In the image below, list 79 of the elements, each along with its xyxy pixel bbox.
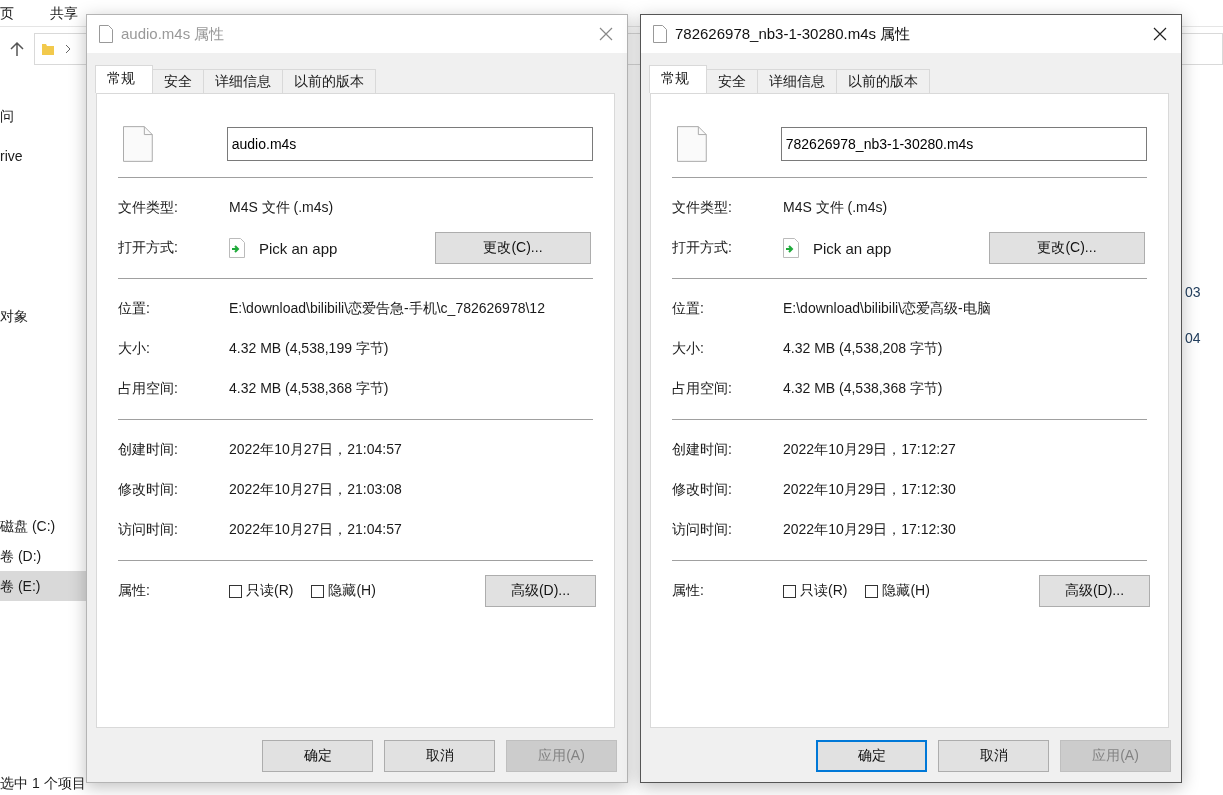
tab[interactable]: 以前的版本 <box>836 69 930 93</box>
field-label: 打开方式: <box>672 239 733 257</box>
sidebar-item[interactable]: 对象 <box>0 301 86 331</box>
field-label: 属性: <box>672 582 705 600</box>
field-value: 2022年10月29日，17:12:30 <box>783 481 956 499</box>
field-value: 4.32 MB (4,538,368 字节) <box>229 380 389 398</box>
checkbox[interactable]: 只读(R) <box>783 582 848 600</box>
file-icon <box>677 126 707 162</box>
dialog-button[interactable]: 取消 <box>384 740 495 772</box>
dialog-button[interactable]: 取消 <box>938 740 1049 772</box>
field-value: 2022年10月27日，21:03:08 <box>229 481 402 499</box>
checkbox[interactable]: 只读(R) <box>229 582 294 600</box>
field-value: 2022年10月27日，21:04:57 <box>229 441 402 459</box>
advanced-button[interactable]: 高级(D)... <box>1039 575 1150 607</box>
field-label: 访问时间: <box>118 521 179 539</box>
field-label: 大小: <box>672 340 705 358</box>
field-label: 创建时间: <box>118 441 179 459</box>
up-arrow-icon[interactable] <box>10 41 24 57</box>
file-icon <box>99 25 113 43</box>
field-value: 4.32 MB (4,538,199 字节) <box>229 340 389 358</box>
dialog-button[interactable]: 确定 <box>816 740 927 772</box>
sidebar-item[interactable]: 磁盘 (C:) <box>0 511 86 541</box>
field-label: 访问时间: <box>672 521 733 539</box>
close-icon[interactable] <box>1153 27 1167 41</box>
file-name-field[interactable]: audio.m4s <box>226 127 593 161</box>
field-label: 占用空间: <box>672 380 733 398</box>
change-button[interactable]: 更改(C)... <box>435 232 591 264</box>
ribbon-tab[interactable]: 共享 <box>50 2 78 24</box>
field-value: 4.32 MB (4,538,368 字节) <box>783 380 943 398</box>
ribbon-tab[interactable]: 页 <box>0 2 14 24</box>
field-value: E:\download\bilibili\恋爱高级-电脑 <box>783 300 991 318</box>
status-text: 选中 1 个项目 <box>0 775 86 793</box>
checkbox-square[interactable] <box>783 584 796 598</box>
field-value: M4S 文件 (.m4s) <box>229 199 334 217</box>
window-title: audio.m4s 属性 <box>121 24 226 44</box>
tab[interactable]: 以前的版本 <box>282 69 376 93</box>
file-name-field[interactable]: 782626978_nb3-1-30280.m4s <box>780 127 1147 161</box>
field-label: 创建时间: <box>672 441 733 459</box>
checkbox-square[interactable] <box>229 584 242 598</box>
field-value: E:\download\bilibili\恋爱告急-手机\c_782626978\12 <box>229 300 545 318</box>
field-value: M4S 文件 (.m4s) <box>783 199 888 217</box>
checkbox[interactable]: 隐藏(H) <box>865 582 930 600</box>
field-label: 属性: <box>118 582 151 600</box>
field-value: 2022年10月29日，17:12:30 <box>783 521 956 539</box>
field-label: 修改时间: <box>672 481 733 499</box>
field-label: 文件类型: <box>672 199 733 217</box>
field-value: 2022年10月29日，17:12:27 <box>783 441 956 459</box>
checkbox-square[interactable] <box>311 584 325 598</box>
field-label: 打开方式: <box>118 239 179 257</box>
field-value: Pick an app <box>813 239 893 257</box>
field-label: 大小: <box>118 340 151 358</box>
checkbox-square[interactable] <box>865 584 879 598</box>
app-arrow-icon <box>783 238 799 258</box>
field-value: Pick an app <box>259 239 339 257</box>
field-value: 4.32 MB (4,538,208 字节) <box>783 340 943 358</box>
window-title: 782626978_nb3-1-30280.m4s 属性 <box>675 24 912 44</box>
app-arrow-icon <box>229 238 245 258</box>
sidebar-item[interactable]: 卷 (D:) <box>0 541 86 571</box>
sidebar-item[interactable]: 问 <box>0 101 86 131</box>
field-label: 文件类型: <box>118 199 179 217</box>
tab[interactable]: 常规 <box>95 65 153 93</box>
folder-icon <box>41 42 55 56</box>
advanced-button[interactable]: 高级(D)... <box>485 575 596 607</box>
file-icon <box>653 25 667 43</box>
sidebar-item[interactable]: rive <box>0 141 86 171</box>
field-label: 修改时间: <box>118 481 179 499</box>
file-date-text: 03 <box>1185 283 1202 302</box>
field-label: 占用空间: <box>118 380 179 398</box>
change-button[interactable]: 更改(C)... <box>989 232 1145 264</box>
field-label: 位置: <box>118 300 151 318</box>
field-value: 2022年10月27日，21:04:57 <box>229 521 402 539</box>
file-date-text: 04 <box>1185 329 1202 348</box>
tab[interactable]: 常规 <box>649 65 707 93</box>
file-icon <box>123 126 153 162</box>
chevron-icon <box>65 44 71 54</box>
dialog-button[interactable]: 确定 <box>262 740 373 772</box>
field-label: 位置: <box>672 300 705 318</box>
sidebar-item[interactable]: 卷 (E:) <box>0 571 86 601</box>
checkbox[interactable]: 隐藏(H) <box>311 582 376 600</box>
